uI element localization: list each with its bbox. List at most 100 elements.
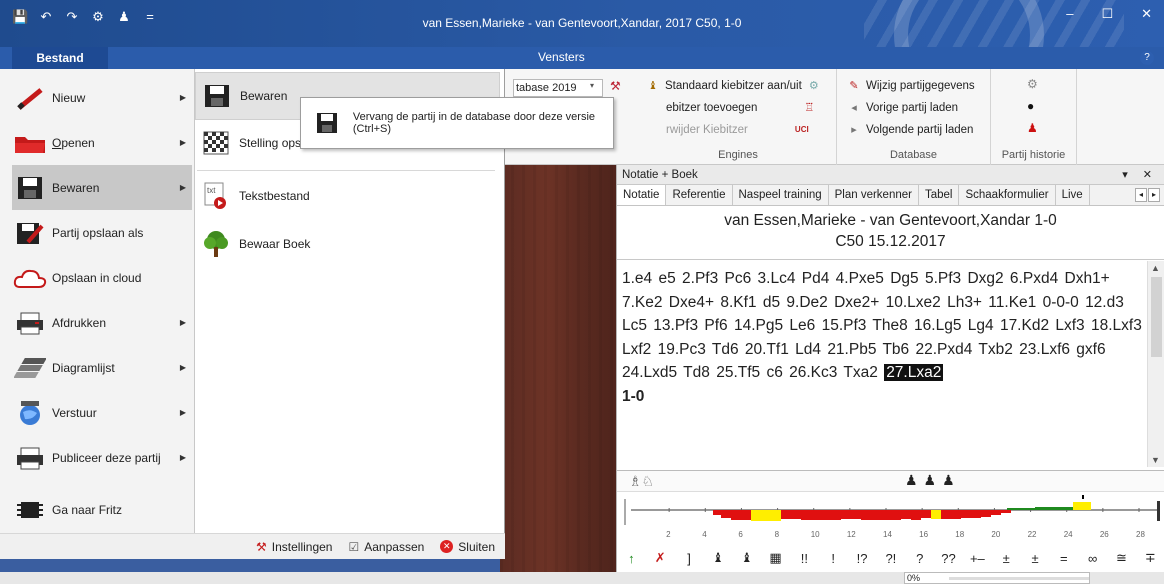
ribbon-tool-icon[interactable]: ⚒ — [610, 79, 621, 93]
menu-item-openen[interactable]: Openen ▶ — [12, 120, 192, 165]
menu-item-bewaren-label: Bewaren — [52, 180, 100, 195]
graph-bar — [941, 510, 951, 519]
annotation-toolbar: ↑ ✗] ♝ ♝ ▦!!!!??!??? +– ± ± = ∞ ≅ ∓ — [617, 547, 1164, 569]
annotation-symbol-button[interactable]: !! — [790, 551, 819, 566]
previous-game-button[interactable]: ◂ Vorige partij laden — [847, 101, 958, 115]
graph-bar — [751, 510, 761, 521]
menu-item-diagramlijst[interactable]: Diagramlijst ▶ — [12, 345, 192, 390]
current-move[interactable]: 27.Lxa2 — [884, 364, 944, 381]
tab-plan-verkenner[interactable]: Plan verkenner — [829, 185, 919, 205]
ribbon-group-engines: ♝ Standaard kiebitzer aan/uit ⚙ ebitzer … — [640, 69, 837, 165]
graph-tick-label: 12 — [847, 530, 856, 539]
annotation-symbol-button[interactable]: ≅ — [1107, 550, 1136, 566]
panel-controls[interactable]: ▾ ✕ — [1122, 165, 1158, 185]
annotation-symbol-button[interactable]: ♝ — [732, 550, 761, 566]
close-menu-label: Sluiten — [458, 539, 495, 554]
save-disk-icon — [202, 80, 232, 112]
history-black-icon[interactable]: ● — [1027, 99, 1034, 113]
annotation-symbol-button[interactable]: ± — [992, 551, 1021, 566]
annotation-symbol-button[interactable]: ✗ — [646, 550, 675, 566]
next-game-button[interactable]: ▸ Volgende partij laden — [847, 123, 973, 137]
chevron-down-icon[interactable]: ▾ — [590, 81, 594, 90]
menu-item-partij-opslaan-als[interactable]: Partij opslaan als — [12, 210, 192, 255]
text-file-icon: txt — [201, 180, 231, 212]
notation-panel-header: Notatie + Boek ▾ ✕ — [617, 165, 1164, 185]
close-button[interactable]: ✕ — [1141, 6, 1152, 22]
ribbon-group-engines-label: Engines — [718, 149, 758, 161]
annotation-symbol-button[interactable]: ∞ — [1078, 551, 1107, 566]
annotation-symbol-button[interactable]: ♝ — [703, 550, 732, 566]
annotation-symbol-button[interactable]: ?? — [934, 551, 963, 566]
new-icon — [12, 82, 48, 114]
previous-game-label: Vorige partij laden — [866, 102, 959, 114]
tab-notatie[interactable]: Notatie — [617, 185, 667, 205]
chip-icon — [12, 494, 48, 526]
submenu-item-bewaar-boek[interactable]: Bewaar Boek — [195, 220, 500, 268]
annotation-symbol-button[interactable]: ] — [675, 551, 704, 566]
annotation-symbol-button[interactable]: ▦ — [761, 550, 790, 566]
tab-tabel[interactable]: Tabel — [919, 185, 960, 205]
chevron-right-icon: ▶ — [179, 93, 186, 102]
menu-item-opslaan-in-cloud[interactable]: Opslaan in cloud — [12, 255, 192, 300]
tab-scroll-left-icon[interactable]: ◂ — [1135, 188, 1147, 202]
maximize-button[interactable]: ☐ — [1101, 6, 1113, 22]
settings-button[interactable]: ⚒ Instellingen — [256, 540, 332, 554]
moves-text[interactable]: 1.e4 e5 2.Pf3 Pc6 3.Lc4 Pd4 4.Pxe5 Dg5 5… — [622, 270, 1142, 381]
graph-bar — [951, 510, 961, 519]
tab-scroll-right-icon[interactable]: ▸ — [1148, 188, 1160, 202]
annotation-symbol-button[interactable]: ∓ — [1136, 550, 1164, 566]
graph-bar — [721, 510, 731, 518]
graph-tick-label: 14 — [883, 530, 892, 539]
graph-bar — [831, 510, 841, 520]
annotation-symbol-button[interactable]: ± — [1021, 551, 1050, 566]
toggle-kibitzer-button[interactable]: ♝ Standaard kiebitzer aan/uit ⚙ — [646, 79, 821, 93]
history-red-icon[interactable]: ♟ — [1027, 121, 1038, 135]
graph-tick-label: 4 — [702, 530, 707, 539]
edit-game-data-button[interactable]: ✎ Wijzig partijgegevens — [847, 79, 974, 93]
customize-button[interactable]: ☑ Aanpassen — [348, 540, 424, 554]
submenu-item-tekstbestand[interactable]: txt Tekstbestand — [195, 172, 500, 220]
annotation-symbol-button[interactable]: ? — [905, 551, 934, 566]
minimize-button[interactable]: – — [1066, 6, 1073, 22]
graph-bar — [841, 510, 851, 519]
annotation-symbol-button[interactable]: ?! — [876, 551, 905, 566]
evaluation-graph[interactable]: 2 4 6 8 10 12 14 16 18 20 22 24 26 28 — [617, 495, 1164, 543]
annotation-symbol-button[interactable]: +– — [963, 551, 992, 566]
graph-bar — [851, 510, 861, 519]
annotation-symbol-button[interactable]: ! — [819, 551, 848, 566]
uci-icon: UCI — [794, 125, 809, 134]
next-game-label: Volgende partij laden — [866, 124, 974, 136]
move-list-scrollbar[interactable]: ▲ ▼ — [1147, 261, 1164, 467]
tab-live[interactable]: Live — [1056, 185, 1090, 205]
tab-naspeel-training[interactable]: Naspeel training — [733, 185, 829, 205]
chevron-right-icon: ▶ — [179, 408, 186, 417]
menu-item-nieuw[interactable]: Nieuw ▶ — [12, 75, 192, 120]
scroll-down-icon[interactable]: ▼ — [1151, 455, 1160, 465]
tab-referentie[interactable]: Referentie — [666, 185, 733, 205]
annotation-symbol-button[interactable]: ↑ — [617, 551, 646, 566]
graph-bar — [801, 510, 811, 520]
remove-kibitzer-button[interactable]: rwijder Kiebitzer UCI — [666, 123, 809, 137]
next-icon: ▸ — [851, 124, 857, 136]
menu-item-publiceer[interactable]: Publiceer deze partij ▶ — [12, 435, 192, 480]
tab-bestand[interactable]: Bestand — [12, 47, 108, 69]
tab-schaakformulier[interactable]: Schaakformulier — [959, 185, 1056, 205]
menu-item-bewaren[interactable]: Bewaren ▶ — [12, 165, 192, 210]
add-kibitzer-button[interactable]: ebitzer toevoegen ♖ — [666, 101, 816, 115]
move-list[interactable]: 1.e4 e5 2.Pf3 Pc6 3.Lc4 Pd4 4.Pxe5 Dg5 5… — [617, 261, 1148, 467]
close-menu-button[interactable]: ✕ Sluiten — [440, 540, 495, 554]
graph-tick-label: 28 — [1136, 530, 1145, 539]
help-icon[interactable]: ? — [1140, 51, 1154, 65]
annotation-symbol-button[interactable]: !? — [848, 551, 877, 566]
tab-vensters[interactable]: Vensters — [538, 50, 585, 64]
history-settings-icon[interactable]: ⚙ — [1027, 77, 1038, 91]
annotation-symbol-button[interactable]: = — [1049, 551, 1078, 566]
menu-item-verstuur[interactable]: Verstuur ▶ — [12, 390, 192, 435]
graph-bar — [731, 510, 741, 520]
scroll-thumb[interactable] — [1151, 277, 1162, 357]
scroll-up-icon[interactable]: ▲ — [1151, 263, 1160, 273]
menu-item-ga-naar-fritz[interactable]: Ga naar Fritz — [12, 487, 192, 532]
menu-item-afdrukken[interactable]: Afdrukken ▶ — [12, 300, 192, 345]
window-title: van Essen,Marieke - van Gentevoort,Xanda… — [422, 16, 742, 30]
graph-tick-label: 26 — [1100, 530, 1109, 539]
